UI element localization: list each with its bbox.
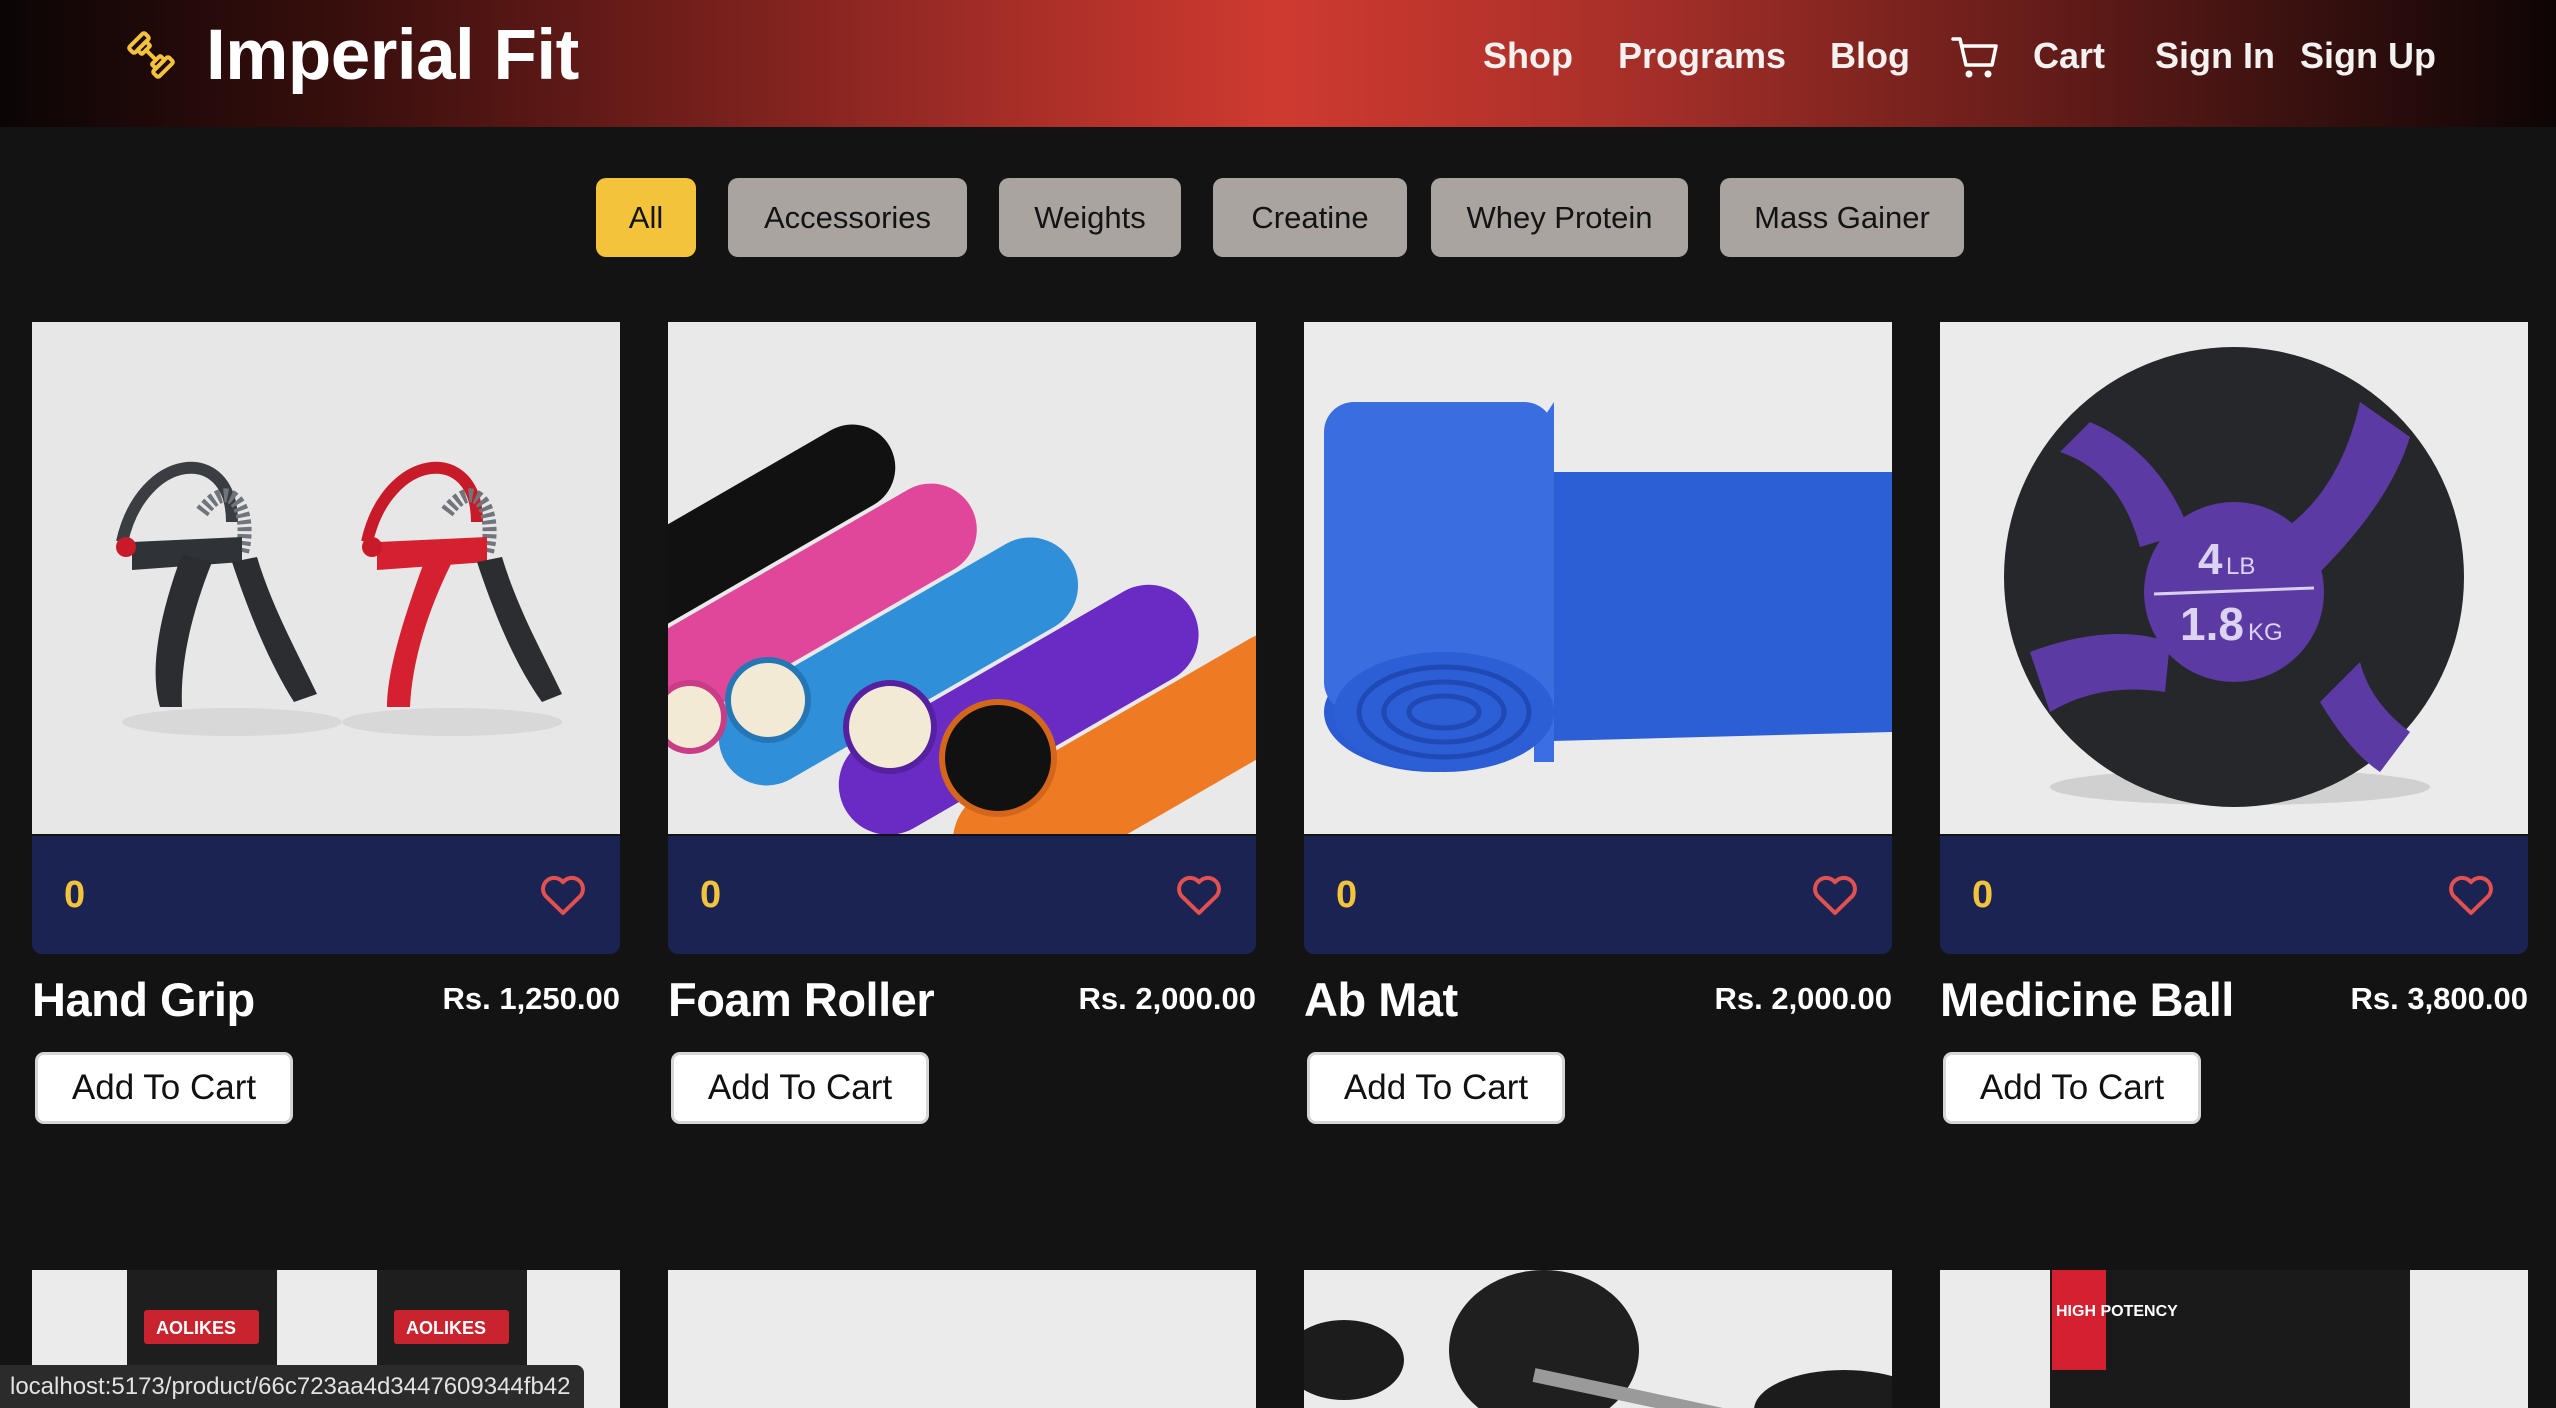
product-name[interactable]: Foam Roller [668,970,935,1030]
product-card[interactable]: 4 LB 1.8 KG 0 Medicine Ball Rs. 3,800.00… [1940,322,2528,1130]
wrist-wrap-brand-right: AOLIKES [406,1318,486,1338]
product-name[interactable]: Medicine Ball [1940,970,2234,1030]
product-card[interactable]: 0 Ab Mat Rs. 2,000.00 Add To Cart [1304,322,1892,1130]
site-header: Imperial Fit Shop Programs Blog Cart Sig… [0,0,2556,127]
dumbbell-icon [127,31,175,79]
add-to-cart-button[interactable]: Add To Cart [1307,1052,1565,1124]
like-count: 0 [64,874,86,916]
like-count: 0 [700,874,722,916]
product-price: Rs. 3,800.00 [2350,981,2528,1016]
link-preview-status-bar: localhost:5173/product/66c723aa4d3447609… [0,1365,585,1408]
shopping-cart-icon[interactable] [1950,32,2000,82]
product-price: Rs. 1,250.00 [442,981,620,1016]
product-info-bar: 0 [1940,836,2528,954]
product-card[interactable]: 0 Foam Roller Rs. 2,000.00 Add To Cart [668,322,1256,1130]
nav-shop[interactable]: Shop [1483,28,1573,84]
product-name[interactable]: Hand Grip [32,970,255,1030]
filter-accessories[interactable]: Accessories [728,178,967,257]
product-info-bar: 0 [32,836,620,954]
product-image-placeholder[interactable] [668,1270,1256,1408]
like-count: 0 [1972,874,1994,916]
brand-name[interactable]: Imperial Fit [206,16,579,96]
product-name[interactable]: Ab Mat [1304,970,1458,1030]
product-image-hand-grip[interactable] [32,322,620,834]
like-count: 0 [1336,874,1358,916]
filter-creatine[interactable]: Creatine [1213,178,1407,257]
product-image-ab-mat[interactable] [1304,322,1892,834]
heart-icon[interactable] [539,872,587,918]
supplement-label: HIGH POTENCY [2056,1303,2178,1320]
product-card[interactable]: 0 Hand Grip Rs. 1,250.00 Add To Cart [32,322,620,1130]
product-image-supplement[interactable]: HIGH POTENCY [1940,1270,2528,1408]
product-info-bar: 0 [668,836,1256,954]
medicine-ball-kg-unit: KG [2248,619,2283,646]
filter-weights[interactable]: Weights [999,178,1181,257]
product-image-barbell[interactable] [1304,1270,1892,1408]
add-to-cart-button[interactable]: Add To Cart [671,1052,929,1124]
shop-page: Imperial Fit Shop Programs Blog Cart Sig… [0,0,2556,1408]
nav-programs[interactable]: Programs [1618,28,1786,84]
heart-icon[interactable] [1811,872,1859,918]
filter-whey-protein[interactable]: Whey Protein [1431,178,1688,257]
nav-blog[interactable]: Blog [1830,28,1910,84]
medicine-ball-lb-unit: LB [2226,553,2255,580]
product-price: Rs. 2,000.00 [1714,981,1892,1016]
medicine-ball-lb: 4 [2198,535,2223,584]
product-image-medicine-ball[interactable]: 4 LB 1.8 KG [1940,322,2528,834]
heart-icon[interactable] [1175,872,1223,918]
product-image-foam-roller[interactable] [668,322,1256,834]
add-to-cart-button[interactable]: Add To Cart [35,1052,293,1124]
add-to-cart-button[interactable]: Add To Cart [1943,1052,2201,1124]
filter-mass-gainer[interactable]: Mass Gainer [1720,178,1964,257]
wrist-wrap-brand-left: AOLIKES [156,1318,236,1338]
medicine-ball-kg: 1.8 [2180,598,2244,650]
product-price: Rs. 2,000.00 [1078,981,1256,1016]
heart-icon[interactable] [2447,872,2495,918]
product-info-bar: 0 [1304,836,1892,954]
filter-all[interactable]: All [596,178,696,257]
nav-sign-up[interactable]: Sign Up [2300,28,2436,84]
nav-cart[interactable]: Cart [2033,28,2105,84]
nav-sign-in[interactable]: Sign In [2155,28,2275,84]
